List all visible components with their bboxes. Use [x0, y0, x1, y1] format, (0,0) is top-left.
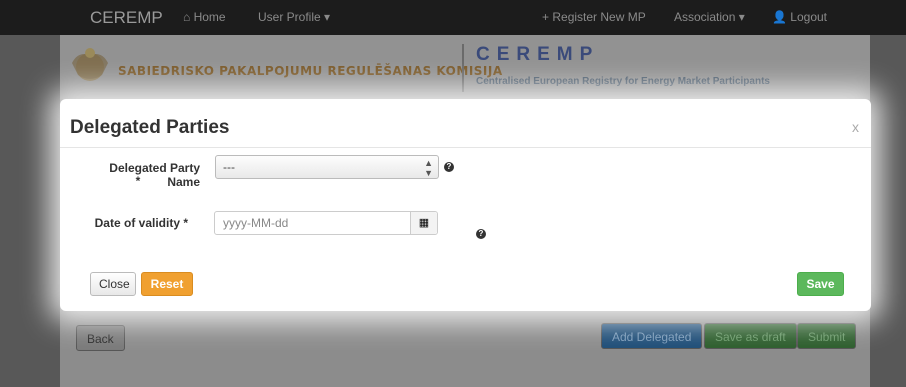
plus-icon: + [542, 10, 550, 24]
ceremp-subtitle: Centralised European Registry for Energy… [476, 76, 770, 87]
delegated-parties-modal: Delegated Parties x Delegated Party Name… [60, 99, 871, 311]
coat-of-arms-icon [72, 48, 108, 81]
modal-divider [60, 147, 871, 148]
submit-button[interactable]: Submit [797, 323, 857, 349]
ceremp-logo: CEREMP [476, 44, 600, 65]
nav-home[interactable]: ⌂ Home [183, 0, 226, 35]
calendar-icon[interactable]: ▦ [410, 212, 437, 234]
add-delegated-button[interactable]: Add Delegated [601, 323, 703, 349]
close-button[interactable]: Close [90, 272, 136, 296]
nav-home-label: Home [193, 10, 226, 24]
help-icon[interactable]: ? [476, 229, 486, 239]
chevron-down-icon: ▾ [324, 10, 331, 24]
modal-title: Delegated Parties [70, 117, 230, 138]
logo-divider [462, 44, 464, 92]
org-name: SABIEDRISKO PAKALPOJUMU REGULĒŠANAS KOMI… [118, 64, 503, 78]
help-icon[interactable]: ? [444, 162, 454, 172]
reset-button[interactable]: Reset [141, 272, 193, 296]
home-icon: ⌂ [183, 10, 191, 24]
nav-register[interactable]: + Register New MP [542, 0, 646, 35]
date-validity-label: Date of validity * [94, 216, 188, 230]
save-button[interactable]: Save [797, 272, 844, 296]
date-validity-field[interactable]: ▦ [214, 211, 438, 235]
select-arrows-icon: ▲ ▼ [424, 158, 433, 178]
user-icon: 👤 [772, 10, 787, 24]
required-asterisk: * [135, 174, 141, 188]
top-navbar: CEREMP ⌂ Home User Profile ▾ + Register … [0, 0, 906, 35]
delegated-party-value: --- [223, 160, 235, 174]
delegated-party-select[interactable]: --- ▲ ▼ [215, 155, 439, 179]
nav-user-profile[interactable]: User Profile ▾ [258, 0, 330, 35]
nav-association-label: Association [674, 10, 736, 24]
nav-logout-label: Logout [790, 10, 827, 24]
back-button[interactable]: Back [76, 325, 125, 351]
date-validity-input[interactable] [221, 215, 405, 231]
nav-user-profile-label: User Profile [258, 10, 321, 24]
nav-logout[interactable]: 👤 Logout [772, 0, 827, 35]
nav-register-label: Register New MP [552, 10, 646, 24]
chevron-down-icon: ▾ [738, 10, 745, 24]
save-draft-button[interactable]: Save as draft [704, 323, 797, 349]
close-icon[interactable]: x [852, 119, 859, 135]
brand-link[interactable]: CEREMP [90, 0, 163, 35]
nav-association[interactable]: Association ▾ [674, 0, 745, 35]
